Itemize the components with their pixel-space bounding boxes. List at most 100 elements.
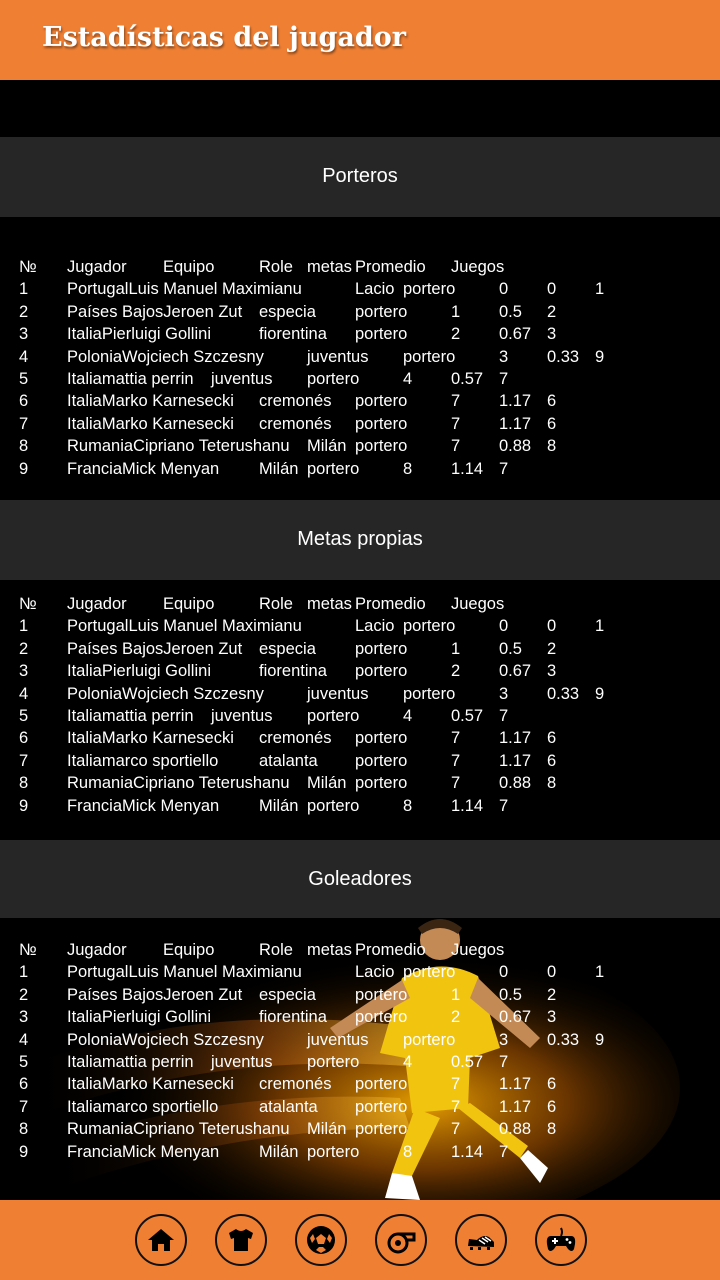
table-cell: portero [403,347,456,366]
table-cell: 9 [595,347,605,366]
table-cell: portero [355,325,408,344]
nav-jersey-button[interactable] [215,1214,267,1266]
column-header: Equipo [163,941,215,959]
table-cell: portero [355,662,408,681]
table-cell: 0 [547,280,557,299]
table-cell: 4 [403,707,413,725]
table-cell: 0 [547,963,557,982]
table-cell: 7 [451,1075,461,1094]
table-row: 8 RumaniaCipriano Teterushanu Milán portero… [0,1120,720,1142]
table-cell: juventus [307,1030,369,1049]
table-cell: 0.67 [499,1008,532,1027]
table-cell: atalanta [259,751,318,770]
table-cell: 3 [547,662,557,681]
table-cell: 5 [19,370,29,388]
table-cell: PoloniaWojciech Szczesny [67,684,264,703]
table-cell: 7 [19,414,29,433]
table-cell: ItaliaPierluigi Gollini [67,662,211,681]
table-row: 2 Países BajosJeroen Zut especia portero 1 0.… [0,640,720,662]
table-cell: 3 [547,325,557,344]
table-cell: 3 [499,347,509,366]
table-cell: PortugalLuis Manuel Maximianu [67,280,302,299]
table-row: 4 PoloniaWojciech Szczesny juventus portero… [0,1031,720,1053]
table-cell: 7 [451,437,461,456]
table-cell: 1.14 [451,459,484,478]
table-cell: 7 [19,1097,29,1116]
nav-games-button[interactable] [535,1214,587,1266]
table-cell: PoloniaWojciech Szczesny [67,347,264,366]
table-cell: 1.14 [451,796,484,815]
table-cell: portero [307,1053,360,1071]
table-cell: RumaniaCipriano Teterushanu [67,1120,290,1139]
table-cell: Milán [307,774,347,793]
table-cell: portero [355,1097,408,1116]
table-cell: portero [355,1120,408,1139]
table-cell: portero [307,459,360,478]
nav-home-button[interactable] [135,1214,187,1266]
nav-ball-button[interactable] [295,1214,347,1266]
table-cell: especia [259,639,316,658]
table-cell: 9 [19,459,29,478]
table-cell: 6 [547,392,557,411]
table-cell: ItaliaPierluigi Gollini [67,1008,211,1027]
gamepad-icon [546,1227,576,1251]
table-cell: Lacio [355,617,395,636]
table-cell: juventus [211,1053,273,1071]
table-cell: 1 [19,280,29,299]
table-cell: 0.5 [499,985,522,1004]
jersey-icon [229,1229,253,1251]
table-cell: 1 [595,617,605,636]
column-header: Juegos [451,595,505,613]
table-cell: 8 [19,437,29,456]
table-cell: 2 [19,985,29,1004]
table-cell: portero [307,796,360,815]
table-cell: 0 [499,617,509,636]
section-title: Metas propias [297,528,423,550]
table-cell: portero [355,639,408,658]
column-header: Juegos [451,941,505,959]
table-cell: cremonés [259,414,332,433]
table-cell: fiorentina [259,325,327,344]
table-cell: 3 [19,325,29,344]
table-row: 5 Italiamattia perrin juventus portero 4 0.57… [0,370,720,392]
nav-whistle-button[interactable] [375,1214,427,1266]
table-cell: 7 [451,751,461,770]
table-cell: 1.17 [499,392,532,411]
column-header: Jugador [67,258,127,276]
table-cell: 5 [19,1053,29,1071]
column-header: Role [259,595,293,613]
table-cell: portero [355,774,408,793]
table-row: 4 PoloniaWojciech Szczesny juventus portero… [0,348,720,370]
bottom-navigation [0,1200,720,1280]
table-row: 1 PortugalLuis Manuel Maximianu Lacio porte… [0,280,720,302]
table-cell: 0.67 [499,662,532,681]
table-cell: 1.17 [499,1097,532,1116]
column-header: Role [259,941,293,959]
section-title: Goleadores [308,868,412,890]
app-header: Estadísticas del jugador [0,0,720,80]
table-cell: 3 [19,1008,29,1027]
column-header: № [19,941,37,959]
table-cell: portero [403,684,456,703]
table-cell: 1.17 [499,729,532,748]
table-cell: 6 [19,729,29,748]
nav-boots-button[interactable] [455,1214,507,1266]
table-cell: 7 [499,1142,509,1161]
table-cell: 7 [499,459,509,478]
table-row: 8 RumaniaCipriano Teterushanu Milán portero… [0,774,720,796]
table-cell: 1 [19,963,29,982]
table-cell: portero [355,392,408,411]
table-cell: ItaliaMarko Karnesecki [67,1075,234,1094]
table-cell: 0.67 [499,325,532,344]
table-cell: 8 [547,437,557,456]
table-cell: 2 [19,302,29,321]
table-cell: 2 [547,639,557,658]
table-cell: Italiamarco sportiello [67,751,219,770]
table-cell: 8 [403,1142,413,1161]
table-cell: 0 [499,963,509,982]
table-row: 9 FranciaMick Menyan Milán portero 8 1.14 7 [0,797,720,819]
table-cell: 7 [19,751,29,770]
table-cell: portero [355,437,408,456]
table-cell: Italiamattia perrin [67,707,194,725]
table-cell: 7 [451,414,461,433]
